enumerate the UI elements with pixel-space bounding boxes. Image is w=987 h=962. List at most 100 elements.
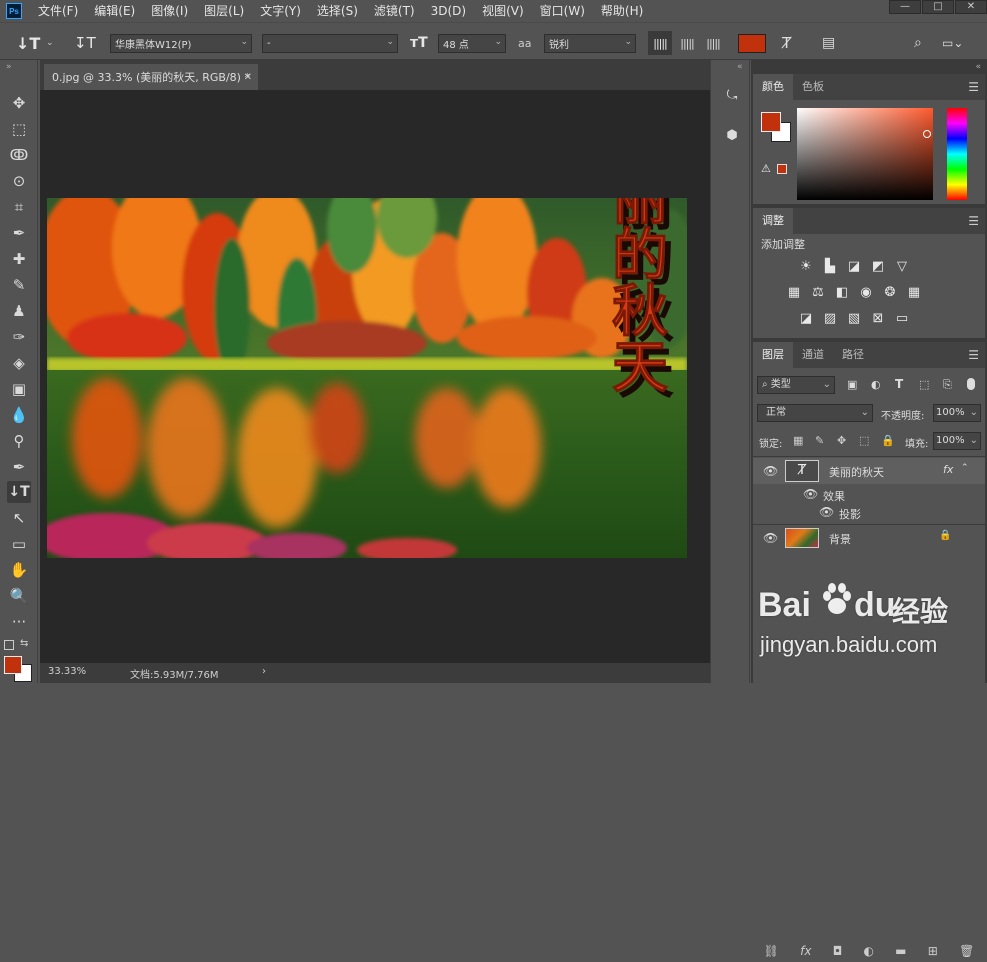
add-mask-icon[interactable]: ◘ xyxy=(833,944,843,958)
gradient-map-icon[interactable]: ▭ xyxy=(893,310,911,326)
align-top-icon[interactable]: ||||| xyxy=(648,31,672,55)
color-field[interactable] xyxy=(797,108,933,200)
brush-tool-icon[interactable]: ✎ xyxy=(7,274,31,296)
filter-pixel-icon[interactable]: ▣ xyxy=(847,378,857,391)
filter-adjustment-icon[interactable]: ◐ xyxy=(871,378,881,391)
move-tool-icon[interactable]: ✥ xyxy=(7,92,31,114)
font-style-select[interactable]: - ⌄ xyxy=(262,34,398,53)
channel-mixer-icon[interactable]: ❂ xyxy=(881,284,899,300)
posterize-icon[interactable]: ▨ xyxy=(821,310,839,326)
brightness-icon[interactable]: ☀ xyxy=(797,258,815,274)
collapse-icon[interactable]: » xyxy=(6,62,12,72)
menu-type[interactable]: 文字(Y) xyxy=(252,0,309,22)
document-tab[interactable]: 0.jpg @ 33.3% (美丽的秋天, RGB/8) * ✕ xyxy=(44,64,258,90)
quick-select-tool-icon[interactable]: ⊙ xyxy=(7,170,31,192)
history-panel-icon[interactable]: ⤿ xyxy=(721,84,743,106)
zoom-tool-icon[interactable]: 🔍 xyxy=(7,585,31,607)
image-canvas[interactable]: 美丽的秋天 美丽的秋天 xyxy=(47,198,687,558)
align-center-icon[interactable]: ||||| xyxy=(676,33,698,53)
panel-menu-icon[interactable]: ☰ xyxy=(968,348,979,362)
layer-row-text[interactable]: 👁 Ⱦ 美丽的秋天 fx ⌃ xyxy=(753,458,985,484)
layer-effects-row[interactable]: 👁 效果 xyxy=(753,484,985,504)
lock-position-icon[interactable]: ✥ xyxy=(837,434,846,447)
clone-stamp-tool-icon[interactable]: ♟ xyxy=(7,300,31,322)
foreground-color-swatch[interactable] xyxy=(761,112,781,132)
new-layer-icon[interactable]: ⊞ xyxy=(928,944,938,958)
eye-icon[interactable]: 👁 xyxy=(763,464,778,478)
panel-menu-icon[interactable]: ☰ xyxy=(968,214,979,228)
marquee-tool-icon[interactable]: ⬚ xyxy=(7,118,31,140)
tab-channels[interactable]: 通道 xyxy=(793,342,833,368)
history-brush-tool-icon[interactable]: ✑ xyxy=(7,326,31,348)
maximize-button[interactable]: □ xyxy=(922,0,954,14)
character-panel-icon[interactable]: ▤ xyxy=(822,33,835,53)
filter-toggle[interactable] xyxy=(967,378,975,390)
workspace-icon[interactable]: ▭⌄ xyxy=(942,33,963,53)
tab-paths[interactable]: 路径 xyxy=(833,342,873,368)
path-select-tool-icon[interactable]: ↖ xyxy=(7,507,31,529)
adjustment-layer-icon[interactable]: ◐ xyxy=(863,944,873,958)
menu-edit[interactable]: 编辑(E) xyxy=(86,0,143,22)
menu-image[interactable]: 图像(I) xyxy=(143,0,196,22)
eye-icon[interactable]: 👁 xyxy=(819,505,834,519)
collapse-icon[interactable]: « xyxy=(737,62,743,72)
tab-swatches[interactable]: 色板 xyxy=(793,74,833,100)
anti-alias-select[interactable]: 锐利 ⌄ xyxy=(544,34,636,53)
chevron-down-icon[interactable]: ⌄ xyxy=(46,33,54,53)
menu-select[interactable]: 选择(S) xyxy=(309,0,366,22)
blend-mode-select[interactable]: 正常 ⌄ xyxy=(757,404,873,422)
default-colors-icon[interactable] xyxy=(4,640,14,650)
menu-view[interactable]: 视图(V) xyxy=(474,0,532,22)
menu-layer[interactable]: 图层(L) xyxy=(196,0,252,22)
warp-text-icon[interactable]: Ⱦ xyxy=(782,33,791,53)
toggle-orientation-icon[interactable]: ↧T xyxy=(74,33,96,53)
menu-filter[interactable]: 滤镜(T) xyxy=(366,0,423,22)
zoom-level[interactable]: 33.33% xyxy=(48,666,86,677)
eraser-tool-icon[interactable]: ◈ xyxy=(7,352,31,374)
filter-smart-object-icon[interactable]: ⎘ xyxy=(943,378,952,392)
lock-transparent-icon[interactable]: ▦ xyxy=(793,434,803,447)
color-balance-icon[interactable]: ⚖ xyxy=(809,284,827,300)
blur-tool-icon[interactable]: 💧 xyxy=(7,404,31,426)
text-color-swatch[interactable] xyxy=(738,34,766,53)
tab-layers[interactable]: 图层 xyxy=(753,342,793,368)
new-group-icon[interactable]: ▬ xyxy=(895,944,906,958)
vibrance-icon[interactable]: ▽ xyxy=(893,258,911,274)
hue-slider[interactable] xyxy=(947,108,967,200)
menu-file[interactable]: 文件(F) xyxy=(30,0,86,22)
dodge-tool-icon[interactable]: ⚲ xyxy=(7,430,31,452)
menu-3d[interactable]: 3D(D) xyxy=(423,0,474,22)
vertical-type-tool-icon[interactable]: ↓T xyxy=(16,33,40,53)
levels-icon[interactable]: ▙ xyxy=(821,258,839,274)
layer-effect-drop-shadow-row[interactable]: 👁 投影 xyxy=(753,502,985,522)
filter-shape-icon[interactable]: ⬚ xyxy=(919,378,929,391)
font-family-select[interactable]: 华康黑体W12(P) ⌄ xyxy=(110,34,252,53)
align-bottom-icon[interactable]: ||||| xyxy=(702,33,724,53)
tab-color[interactable]: 颜色 xyxy=(753,74,793,100)
collapse-icon[interactable]: « xyxy=(975,62,981,72)
web-safe-color-swatch[interactable] xyxy=(777,164,787,174)
layer-name[interactable]: 背景 xyxy=(829,531,851,547)
chevron-right-icon[interactable]: › xyxy=(262,666,266,677)
eye-icon[interactable]: 👁 xyxy=(763,531,778,545)
layer-filter-select[interactable]: ⌕ 类型 ⌄ xyxy=(757,376,835,394)
vertical-type-tool-icon[interactable]: ↓T xyxy=(7,481,31,503)
foreground-color-swatch[interactable] xyxy=(4,656,22,674)
minimize-button[interactable]: — xyxy=(889,0,921,14)
photo-filter-icon[interactable]: ◉ xyxy=(857,284,875,300)
link-layers-icon[interactable]: ⛓ xyxy=(764,944,779,958)
hue-saturation-icon[interactable]: ▦ xyxy=(785,284,803,300)
black-white-icon[interactable]: ◧ xyxy=(833,284,851,300)
eyedropper-tool-icon[interactable]: ✒ xyxy=(7,222,31,244)
hand-tool-icon[interactable]: ✋ xyxy=(7,559,31,581)
lock-pixels-icon[interactable]: ✎ xyxy=(815,434,824,447)
curves-icon[interactable]: ◪ xyxy=(845,258,863,274)
font-size-select[interactable]: 48 点 ⌄ xyxy=(438,34,506,53)
eye-icon[interactable]: 👁 xyxy=(803,487,818,501)
menu-help[interactable]: 帮助(H) xyxy=(593,0,651,22)
search-icon[interactable]: ⌕ xyxy=(914,33,922,53)
swap-colors-icon[interactable]: ⇆ xyxy=(20,638,28,649)
panel-menu-icon[interactable]: ☰ xyxy=(968,80,979,94)
3d-panel-icon[interactable]: ⬢ xyxy=(721,124,743,146)
threshold-icon[interactable]: ▧ xyxy=(845,310,863,326)
